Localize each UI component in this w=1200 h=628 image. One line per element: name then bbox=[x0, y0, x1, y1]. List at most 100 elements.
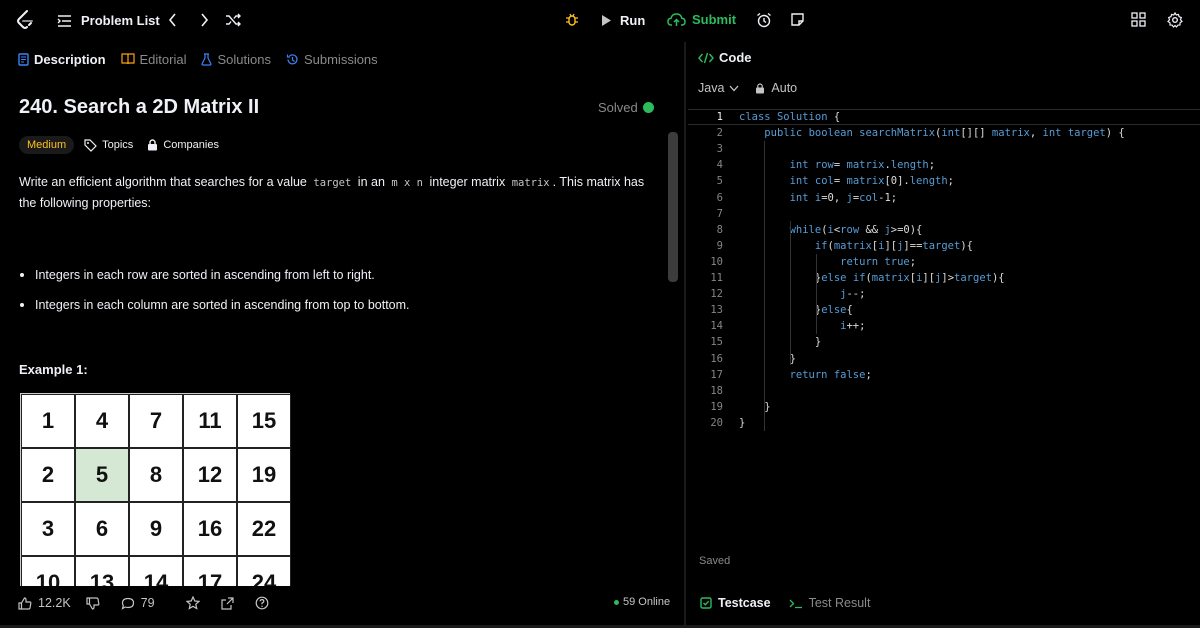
problem-description: Write an efficient algorithm that search… bbox=[19, 172, 659, 213]
comment-count: 79 bbox=[140, 596, 155, 610]
prev-problem-button[interactable] bbox=[168, 13, 178, 27]
layout-button[interactable] bbox=[1131, 12, 1146, 27]
editor-toolbar: Java Auto bbox=[698, 81, 813, 95]
description-panel: Description Editorial Solutions Submissi… bbox=[0, 42, 680, 586]
star-icon bbox=[185, 596, 200, 610]
next-problem-button[interactable] bbox=[199, 13, 209, 27]
chevron-down-icon bbox=[729, 85, 739, 92]
line-number: 15 bbox=[710, 336, 723, 349]
matrix-cell: 16 bbox=[183, 502, 237, 556]
matrix-cell: 14 bbox=[129, 556, 183, 586]
tab-editorial[interactable]: Editorial bbox=[120, 51, 187, 67]
list-item-text: Integers in each column are sorted in as… bbox=[35, 298, 410, 312]
leetcode-logo-icon[interactable] bbox=[16, 10, 34, 30]
list-item: Integers in each row are sorted in ascen… bbox=[20, 265, 410, 285]
tab-solutions-label: Solutions bbox=[217, 51, 271, 67]
code-line-text: j--; bbox=[840, 288, 866, 301]
code-line[interactable]: 2 public boolean searchMatrix(int[][] ma… bbox=[688, 125, 1200, 141]
code-line-text: return false; bbox=[789, 368, 872, 381]
code-line-text: public boolean searchMatrix(int[][] matr… bbox=[764, 127, 1125, 140]
tab-submissions[interactable]: Submissions bbox=[286, 52, 378, 67]
code-line-text: if(matrix[i][j]==target){ bbox=[814, 239, 973, 252]
submit-button[interactable]: Submit bbox=[667, 12, 736, 27]
line-number: 3 bbox=[716, 143, 723, 156]
tab-description[interactable]: Description bbox=[18, 52, 106, 67]
line-number: 7 bbox=[716, 207, 723, 220]
line-number: 13 bbox=[710, 304, 723, 317]
flask-icon bbox=[201, 52, 213, 66]
like-button[interactable]: 12.2K bbox=[18, 596, 71, 610]
matrix-cell: 6 bbox=[75, 502, 129, 556]
problem-title[interactable]: 240. Search a 2D Matrix II bbox=[19, 96, 259, 119]
matrix-cell: 5 bbox=[75, 448, 129, 502]
tab-testcase[interactable]: Testcase bbox=[700, 596, 771, 610]
desc-code: m x n bbox=[391, 177, 423, 189]
tab-editorial-label: Editorial bbox=[139, 51, 187, 67]
code-editor[interactable]: 1 class Solution {2 public boolean search… bbox=[688, 109, 1200, 439]
online-indicator: 59 Online bbox=[614, 596, 670, 608]
play-icon bbox=[602, 15, 611, 26]
online-count: 59 Online bbox=[623, 596, 671, 608]
line-number: 5 bbox=[716, 175, 723, 188]
desc-text: Write an efficient algorithm that search… bbox=[19, 175, 307, 189]
code-line-text: int i=0, j=col-1; bbox=[789, 191, 898, 204]
desc-text: integer matrix bbox=[429, 175, 506, 189]
tab-test-result[interactable]: Test Result bbox=[789, 596, 870, 610]
description-scrollbar[interactable] bbox=[668, 132, 678, 282]
language-select[interactable]: Java bbox=[698, 81, 739, 95]
indent-guide bbox=[816, 254, 817, 334]
topics-button[interactable]: Topics bbox=[84, 138, 133, 152]
code-line[interactable]: 1 class Solution { bbox=[688, 109, 1200, 125]
problem-list-button[interactable]: Problem List bbox=[57, 13, 160, 28]
run-button[interactable]: Run bbox=[601, 13, 645, 28]
list-item: Integers in each column are sorted in as… bbox=[20, 295, 410, 315]
auto-mode-toggle[interactable]: Auto bbox=[755, 81, 797, 95]
code-panel: Code Java Auto 1 class Solution {2 public… bbox=[688, 42, 1200, 586]
matrix-cell: 7 bbox=[129, 394, 183, 448]
example-title: Example 1: bbox=[19, 362, 88, 377]
timer-button[interactable] bbox=[756, 12, 772, 28]
code-line-text: int row= matrix.length; bbox=[789, 159, 936, 172]
line-number: 11 bbox=[710, 272, 723, 284]
panel-resize-handle[interactable] bbox=[684, 42, 686, 628]
code-tab[interactable]: Code bbox=[698, 50, 752, 65]
layout-grid-icon bbox=[1131, 12, 1146, 27]
tab-description-label: Description bbox=[34, 51, 106, 67]
description-footer: 12.2K 79 59 Online bbox=[0, 586, 680, 620]
code-line-text: } bbox=[739, 416, 746, 429]
debug-button[interactable] bbox=[564, 12, 580, 28]
indent-guide bbox=[764, 141, 765, 431]
matrix-cell: 10 bbox=[21, 556, 75, 586]
line-number: 10 bbox=[710, 255, 723, 268]
cloud-upload-icon bbox=[667, 13, 686, 26]
line-number: 18 bbox=[710, 384, 723, 397]
random-problem-button[interactable] bbox=[225, 13, 241, 27]
line-number: 20 bbox=[710, 416, 723, 429]
matrix-cell: 15 bbox=[237, 394, 291, 448]
line-number: 16 bbox=[710, 352, 723, 365]
indent-guide bbox=[790, 221, 791, 365]
code-line-text: while(i<row && j>=0){ bbox=[789, 223, 923, 236]
matrix-cell: 12 bbox=[183, 448, 237, 502]
line-number: 8 bbox=[716, 223, 723, 236]
tab-solutions[interactable]: Solutions bbox=[201, 51, 271, 67]
dislike-button[interactable] bbox=[86, 596, 106, 610]
problem-list-label: Problem List bbox=[81, 13, 160, 28]
code-line-text: }else if(matrix[i][j]>target){ bbox=[739, 272, 1005, 284]
share-button[interactable] bbox=[220, 596, 240, 610]
comments-button[interactable]: 79 bbox=[121, 596, 155, 610]
line-number: 14 bbox=[710, 320, 723, 333]
companies-button[interactable]: Companies bbox=[147, 139, 219, 151]
favorite-button[interactable] bbox=[185, 596, 206, 610]
matrix-cell: 24 bbox=[237, 556, 291, 586]
lock-icon bbox=[147, 139, 158, 151]
comment-icon bbox=[121, 597, 135, 610]
matrix-cell: 3 bbox=[21, 502, 75, 556]
matrix-cell: 11 bbox=[183, 394, 237, 448]
bug-icon bbox=[566, 13, 578, 26]
desc-code: target bbox=[313, 177, 352, 189]
notes-button[interactable] bbox=[790, 12, 805, 27]
code-line-text: } bbox=[739, 352, 796, 365]
settings-button[interactable] bbox=[1167, 12, 1183, 28]
help-button[interactable] bbox=[255, 596, 275, 610]
